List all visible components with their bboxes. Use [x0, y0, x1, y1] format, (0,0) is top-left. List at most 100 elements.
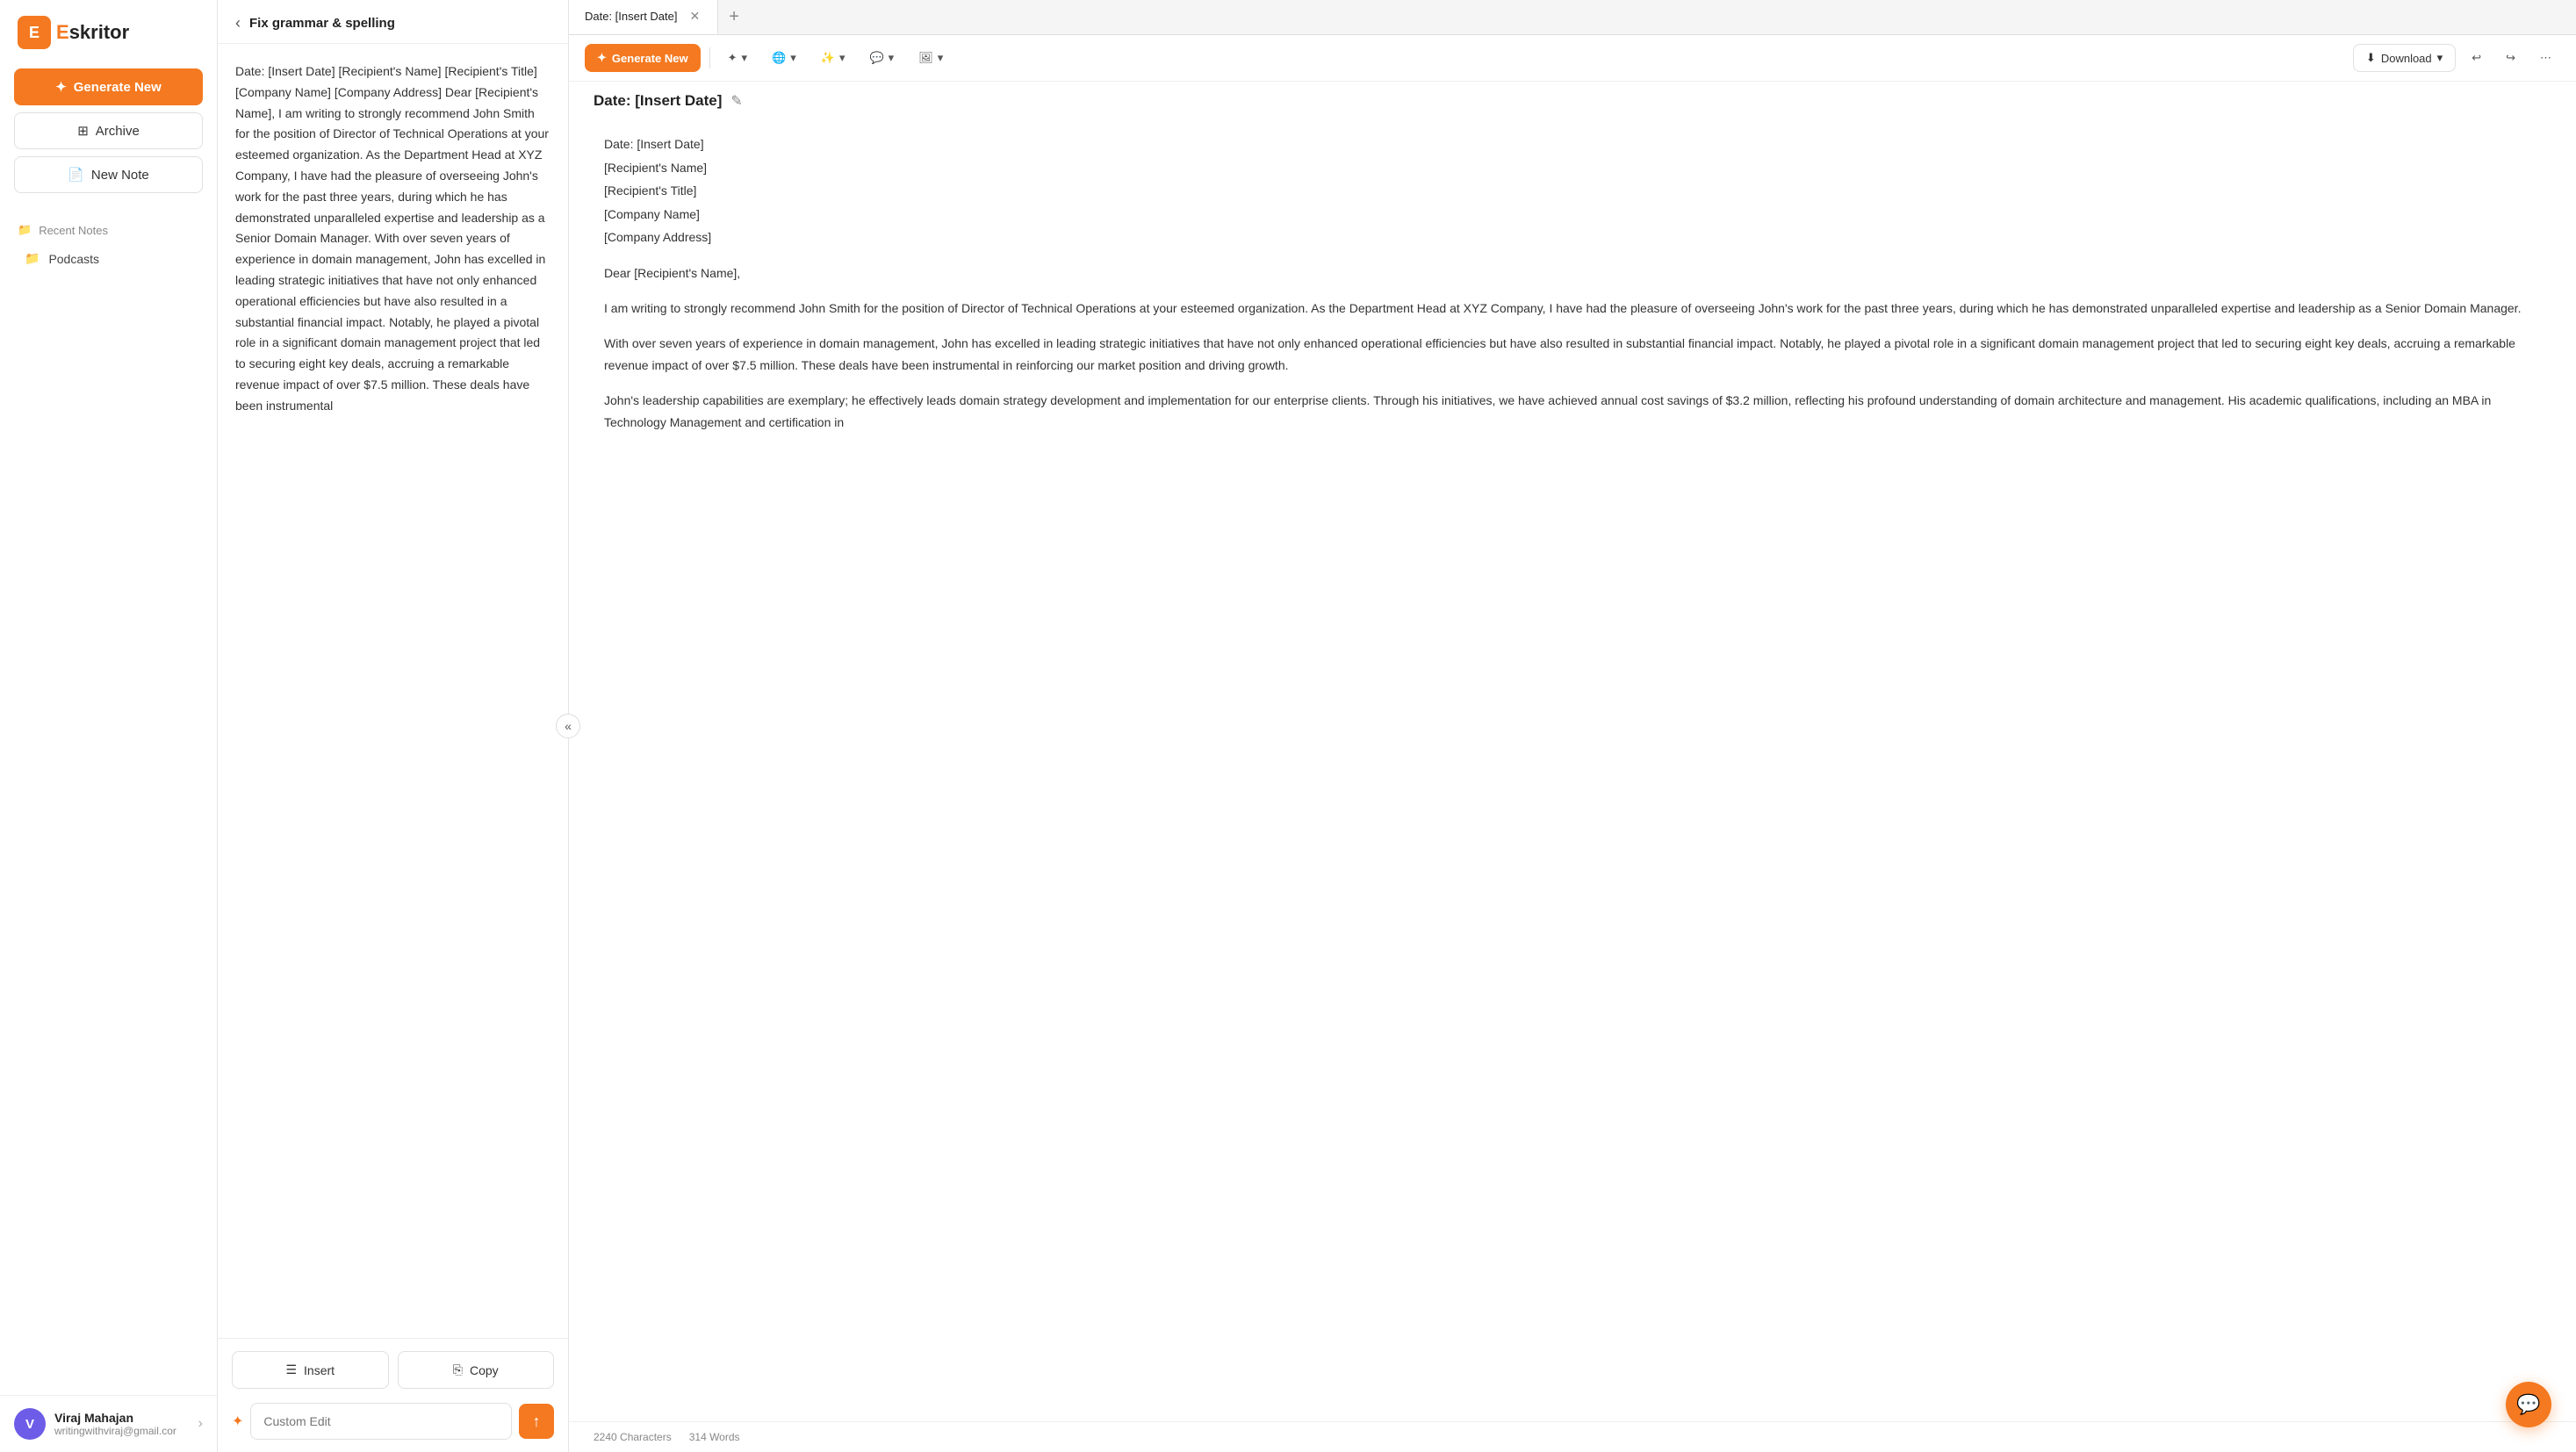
redo-button[interactable]: ↪	[2497, 45, 2524, 71]
insert-icon: ☰	[285, 1362, 297, 1377]
more-button[interactable]: ⋯	[2531, 45, 2560, 71]
chevron-down-icon: ▾	[742, 51, 748, 65]
chevron-right-icon: ›	[198, 1416, 203, 1432]
generate-btn-label: Generate New	[74, 80, 162, 95]
chevron-down-icon-5: ▾	[938, 51, 944, 65]
copy-button[interactable]: ⎘ Copy	[398, 1351, 555, 1389]
sidebar-section-recent: 📁 Recent Notes 📁 Podcasts	[0, 204, 217, 278]
middle-panel-title: Fix grammar & spelling	[249, 16, 395, 31]
collapse-icon: «	[565, 719, 572, 733]
copy-btn-label: Copy	[470, 1363, 499, 1377]
tab-bar: Date: [Insert Date] ✕ +	[569, 0, 2576, 35]
logo-text: Eskritor	[56, 21, 129, 44]
send-button[interactable]: ↑	[519, 1404, 554, 1439]
new-note-btn-label: New Note	[91, 168, 149, 183]
enhance-button[interactable]: ✦ ▾	[719, 45, 756, 71]
collapse-button[interactable]: «	[556, 714, 580, 738]
download-btn-label: Download	[2381, 52, 2432, 65]
archive-btn-label: Archive	[96, 124, 140, 139]
doc-para-1: I am writing to strongly recommend John …	[604, 298, 2541, 320]
user-initials: V	[25, 1417, 34, 1432]
right-panel: Date: [Insert Date] ✕ + ✦ Generate New ✦…	[569, 0, 2576, 1452]
user-info: Viraj Mahajan writingwithviraj@gmail.cor	[54, 1411, 190, 1437]
tab-title: Date: [Insert Date]	[585, 10, 678, 23]
send-icon: ↑	[533, 1412, 541, 1431]
generate-new-button[interactable]: ✦ Generate New	[14, 68, 203, 105]
archive-icon: ⊞	[77, 123, 89, 139]
middle-panel-content: Date: [Insert Date] [Recipient's Name] […	[218, 44, 568, 1338]
toolbar: ✦ Generate New ✦ ▾ 🌐 ▾ ✨ ▾ 💬 ▾ 🖼 ▾ ⬇ Dow…	[569, 35, 2576, 82]
insert-button[interactable]: ☰ Insert	[232, 1351, 389, 1389]
wand-icon: ✦	[232, 1412, 243, 1430]
add-tab-button[interactable]: +	[718, 0, 750, 34]
doc-line-dear: Dear [Recipient's Name],	[604, 262, 2541, 285]
chevron-down-icon-2: ▾	[790, 51, 796, 65]
middle-panel-header: ‹ Fix grammar & spelling	[218, 0, 568, 44]
back-icon: ‹	[235, 14, 241, 32]
generate-icon: ✦	[55, 79, 67, 95]
download-button[interactable]: ⬇ Download ▾	[2353, 44, 2456, 72]
back-button[interactable]: ‹	[235, 14, 241, 32]
magic-icon: ✨	[821, 51, 835, 65]
avatar: V	[14, 1408, 46, 1440]
magic-button[interactable]: ✨ ▾	[812, 45, 854, 71]
insert-btn-label: Insert	[304, 1363, 335, 1377]
logo-letter: E	[29, 24, 40, 42]
chevron-down-icon-3: ▾	[839, 51, 845, 65]
new-note-button[interactable]: 📄 New Note	[14, 156, 203, 193]
doc-para-2: With over seven years of experience in d…	[604, 333, 2541, 376]
doc-line-recipient-title: [Recipient's Title]	[604, 179, 2541, 203]
more-icon: ⋯	[2540, 51, 2551, 65]
image-icon: 🖼	[918, 51, 933, 65]
recent-notes-label[interactable]: 📁 Recent Notes	[14, 218, 203, 242]
sidebar-footer[interactable]: V Viraj Mahajan writingwithviraj@gmail.c…	[0, 1395, 217, 1452]
toolbar-generate-icon: ✦	[597, 51, 607, 65]
globe-icon: 🌐	[772, 51, 786, 65]
fab-button[interactable]: 💬	[2506, 1382, 2551, 1427]
sidebar: E Eskritor ✦ Generate New ⊞ Archive 📄 Ne…	[0, 0, 218, 1452]
sidebar-item-podcasts[interactable]: 📁 Podcasts	[14, 244, 203, 273]
character-count: 2240 Characters	[594, 1431, 672, 1443]
custom-edit-input[interactable]	[250, 1403, 512, 1440]
doc-content: Date: [Insert Date] [Recipient's Name] […	[569, 115, 2576, 1421]
doc-title: Date: [Insert Date]	[594, 92, 722, 110]
doc-title-row: Date: [Insert Date] ✎	[569, 82, 2576, 115]
user-email: writingwithviraj@gmail.cor	[54, 1425, 190, 1437]
doc-footer: 2240 Characters 314 Words	[569, 1421, 2576, 1452]
toolbar-generate-label: Generate New	[612, 52, 688, 65]
word-count: 314 Words	[689, 1431, 740, 1443]
fab-icon: 💬	[2516, 1393, 2540, 1416]
podcasts-icon: 📁	[25, 251, 40, 266]
toolbar-divider-1	[709, 47, 710, 68]
archive-button[interactable]: ⊞ Archive	[14, 112, 203, 149]
undo-button[interactable]: ↩	[2463, 45, 2490, 71]
comment-button[interactable]: 💬 ▾	[860, 45, 903, 71]
doc-line-company-address: [Company Address]	[604, 226, 2541, 249]
user-name: Viraj Mahajan	[54, 1411, 190, 1425]
doc-line-company-name: [Company Name]	[604, 203, 2541, 226]
comment-icon: 💬	[869, 51, 883, 65]
chevron-down-icon-4: ▾	[889, 51, 895, 65]
folder-icon: 📁	[18, 223, 32, 237]
sidebar-actions: ✦ Generate New ⊞ Archive 📄 New Note	[0, 61, 217, 204]
middle-panel: ‹ Fix grammar & spelling Date: [Insert D…	[218, 0, 569, 1452]
podcasts-label: Podcasts	[48, 252, 99, 266]
download-chevron-icon: ▾	[2437, 51, 2443, 65]
doc-line-date: Date: [Insert Date]	[604, 133, 2541, 156]
copy-icon: ⎘	[453, 1362, 463, 1377]
recent-notes-text: Recent Notes	[39, 224, 108, 237]
tab-close-button[interactable]: ✕	[688, 9, 702, 24]
enhance-icon: ✦	[728, 51, 738, 65]
edit-doc-title-icon[interactable]: ✎	[730, 92, 742, 110]
download-icon: ⬇	[2366, 51, 2376, 65]
image-button[interactable]: 🖼 ▾	[910, 45, 952, 71]
active-tab[interactable]: Date: [Insert Date] ✕	[569, 0, 718, 34]
middle-panel-text: Date: [Insert Date] [Recipient's Name] […	[235, 61, 550, 417]
redo-icon: ↪	[2506, 51, 2515, 65]
doc-line-recipient-name: [Recipient's Name]	[604, 156, 2541, 180]
new-note-icon: 📄	[68, 167, 84, 183]
toolbar-generate-button[interactable]: ✦ Generate New	[585, 44, 701, 72]
language-button[interactable]: 🌐 ▾	[763, 45, 805, 71]
logo-area: E Eskritor	[0, 0, 217, 61]
custom-edit-row: ✦ ↑	[218, 1398, 568, 1452]
